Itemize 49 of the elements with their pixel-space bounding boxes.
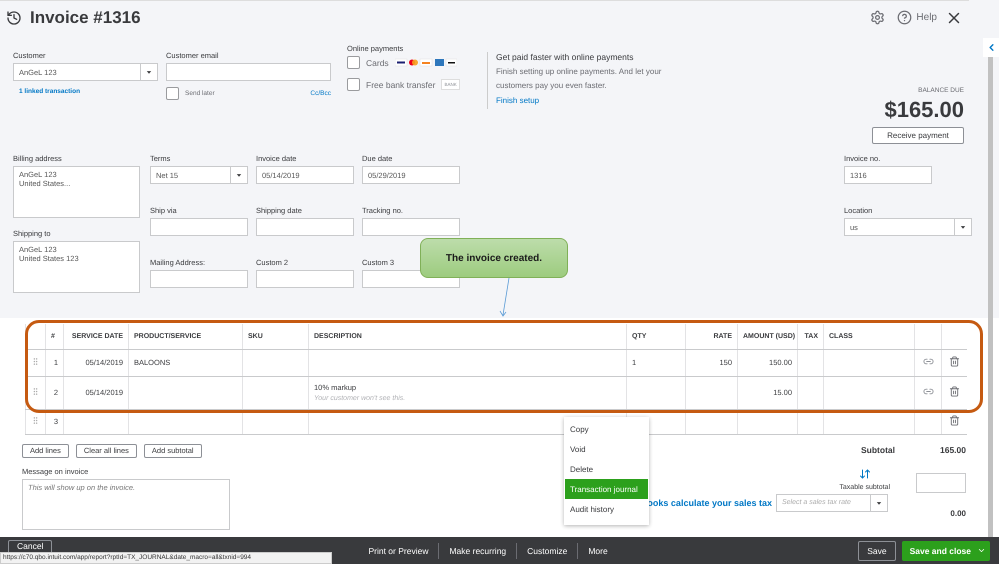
footer-action-link[interactable]: More: [577, 542, 618, 558]
total-amount: 0.00: [950, 508, 966, 518]
scrollbar[interactable]: [988, 57, 993, 537]
payment-checkbox[interactable]: [347, 78, 360, 91]
checkbox-label: Free bank transfer: [366, 80, 436, 90]
delete-icon[interactable]: [948, 386, 960, 397]
text-field[interactable]: [256, 270, 354, 288]
text-field[interactable]: [150, 270, 248, 288]
menu-item[interactable]: Copy: [565, 419, 648, 439]
email-field[interactable]: [166, 63, 331, 81]
delete-icon[interactable]: [948, 415, 960, 426]
receive-payment-button[interactable]: Receive payment: [872, 127, 964, 144]
promo-text: Finish setting up online payments. And let your customers pay you even faster.: [496, 66, 662, 92]
footer-action-link[interactable]: Make recurring: [438, 542, 516, 558]
menu-item[interactable]: Audit history: [565, 499, 648, 519]
help-icon[interactable]: [897, 10, 912, 25]
subtotal-value: 165.00: [940, 444, 966, 454]
send-later-checkbox[interactable]: [166, 87, 179, 100]
side-panel-tab[interactable]: [983, 38, 999, 57]
drag-handle-icon[interactable]: [31, 387, 40, 396]
invoice-title: Invoice #1316: [30, 8, 141, 28]
leader-line: [500, 278, 510, 317]
drag-handle-icon[interactable]: [31, 416, 40, 425]
caret-icon[interactable]: [977, 546, 986, 555]
tax-amount-field[interactable]: [916, 472, 966, 492]
callout-tooltip: The invoice created.: [420, 238, 568, 278]
menu-item[interactable]: Void: [565, 439, 648, 459]
link-icon[interactable]: [922, 386, 934, 397]
help-link[interactable]: Help: [916, 12, 937, 23]
card-brands-icon: [394, 58, 457, 67]
checkbox-label: Cards: [366, 58, 389, 68]
drag-handle-icon[interactable]: [31, 357, 40, 366]
settings-icon[interactable]: [870, 10, 886, 25]
payment-checkbox[interactable]: [347, 56, 360, 69]
balance-amount: $165.00: [884, 97, 964, 123]
text-field[interactable]: [256, 218, 354, 236]
save-button[interactable]: Save: [858, 540, 896, 560]
footer-action-link[interactable]: Customize: [516, 542, 578, 558]
delete-icon[interactable]: [948, 356, 960, 367]
history-icon[interactable]: [6, 10, 22, 26]
menu-item[interactable]: Delete: [565, 459, 648, 479]
footer-action-link[interactable]: Print or Preview: [358, 542, 438, 558]
text-field[interactable]: [150, 218, 248, 236]
finish-setup-link[interactable]: Finish setup: [496, 96, 702, 105]
link-icon[interactable]: [922, 356, 934, 367]
text-field[interactable]: [362, 218, 460, 236]
subtotal-label: Subtotal: [861, 444, 895, 454]
promo-title: Get paid faster with online payments: [496, 52, 634, 62]
sort-icon[interactable]: [858, 468, 871, 480]
